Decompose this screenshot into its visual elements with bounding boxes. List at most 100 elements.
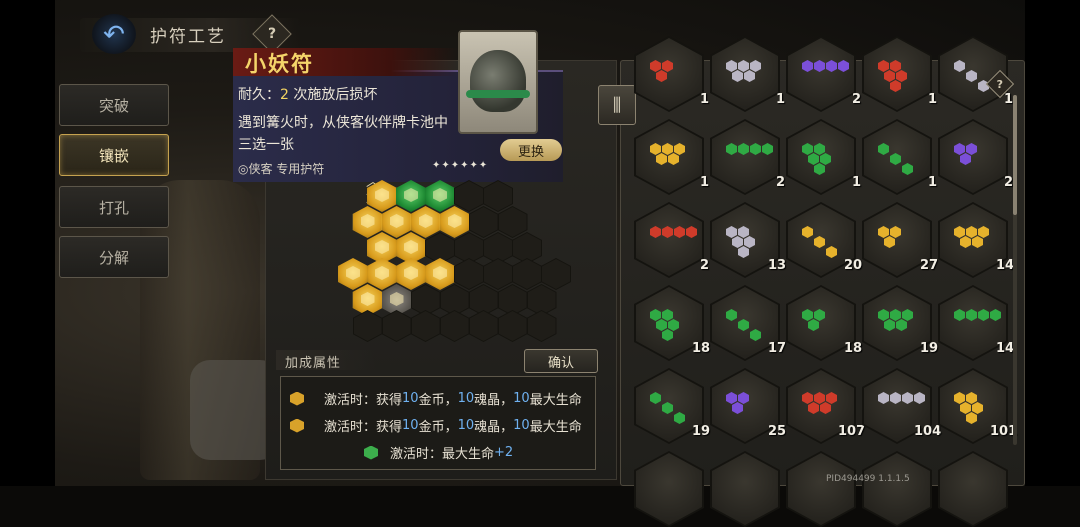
gem-count: 19: [920, 341, 939, 356]
exclusive-label: ◎侠客 专用护符: [238, 160, 324, 177]
scrollbar-thumb[interactable]: [1013, 95, 1017, 215]
question-icon: ?: [996, 77, 1004, 91]
gold-gem-icon: [290, 391, 304, 406]
durability-suffix: 次施放后损坏: [288, 87, 378, 103]
gem-count: 1: [776, 92, 786, 107]
silver-gem-icon: [966, 70, 977, 82]
gold-gem-icon: [972, 236, 983, 248]
purple-gem-icon: [802, 60, 813, 72]
gem-shine: [404, 266, 418, 280]
green-gem-icon: [808, 153, 819, 165]
gem-count: 2: [776, 175, 786, 190]
gem-shine: [418, 214, 433, 228]
gem-count: 27: [920, 258, 939, 273]
gold-gem-icon: [978, 226, 989, 238]
page-title: 护符工艺: [150, 27, 226, 47]
green-gem-icon: [762, 143, 773, 155]
green-gem-icon: [750, 143, 761, 155]
gem-shine: [375, 240, 389, 254]
gem-count: 1: [928, 175, 938, 190]
filter-button[interactable]: ⫼: [598, 85, 636, 125]
green-gem-icon: [364, 445, 378, 460]
bonus-text: 激活时：最大生命: [390, 447, 495, 462]
tab-inlay[interactable]: 镶嵌: [59, 134, 169, 176]
red-gem-icon: [650, 226, 661, 238]
green-gem-icon: [662, 402, 673, 414]
gem-count: 17: [768, 341, 787, 356]
durability-line: 耐久：2 次施放后损坏: [238, 84, 377, 104]
bonus-text: 最大生命: [529, 393, 582, 408]
durability-value: 2: [280, 87, 289, 103]
purple-gem-icon: [826, 60, 837, 72]
effect-line-2: 三选一张: [238, 137, 294, 153]
bonus-number: 10: [457, 418, 475, 433]
purple-gem-icon: [838, 60, 849, 72]
silver-gem-icon: [750, 60, 761, 72]
green-gem-icon: [890, 309, 901, 321]
green-gem-icon: [726, 143, 737, 155]
gem-count: 2: [1004, 175, 1014, 190]
back-button[interactable]: ↶: [92, 14, 136, 54]
gem-count: 20: [844, 258, 863, 273]
silver-gem-icon: [890, 392, 901, 404]
gold-gem-icon: [966, 412, 977, 424]
exclusive-text: 侠客 专用护符: [248, 162, 325, 176]
bonus-text: 金币，: [418, 393, 458, 408]
gem-shine: [346, 266, 360, 280]
red-gem-icon: [674, 226, 685, 238]
red-gem-icon: [814, 392, 825, 404]
gem-shine: [389, 292, 404, 306]
gem-count: 107: [838, 424, 866, 439]
jade-stick-icon: [466, 90, 530, 98]
green-gem-icon: [966, 309, 977, 321]
gold-gem-icon: [960, 236, 971, 248]
silver-gem-icon: [878, 392, 889, 404]
bonus-number: 10: [513, 391, 530, 406]
red-gem-icon: [896, 70, 907, 82]
bonus-text: 最大生命: [529, 420, 582, 435]
build-id: PID494499 1.1.1.5: [826, 474, 910, 484]
bonus-text: 激活时：获得: [324, 393, 403, 408]
tab-punch[interactable]: 打孔: [59, 186, 169, 228]
question-icon: ?: [267, 26, 277, 42]
gem-count: 1: [928, 92, 938, 107]
green-gem-icon: [814, 309, 825, 321]
green-gem-icon: [668, 319, 679, 331]
gold-gem-icon: [662, 143, 673, 155]
gold-gem-icon: [972, 402, 983, 414]
purple-gem-icon: [814, 60, 825, 72]
gold-gem-icon: [826, 246, 837, 258]
gold-gem-icon: [878, 226, 889, 238]
gold-gem-icon: [890, 226, 901, 238]
green-gem-icon: [674, 412, 685, 424]
green-gem-icon: [662, 329, 673, 341]
green-gem-icon: [814, 143, 825, 155]
gold-gem-icon: [960, 402, 971, 414]
red-gem-icon: [820, 402, 831, 414]
tab-breakthrough[interactable]: 突破: [59, 84, 169, 126]
gem-count: 18: [844, 341, 863, 356]
green-gem-icon: [650, 309, 661, 321]
green-gem-icon: [902, 309, 913, 321]
swap-button[interactable]: 更换: [500, 139, 562, 161]
bonus-title: 加成属性: [285, 356, 342, 371]
bonus-number: 10: [457, 391, 475, 406]
gold-gem-icon: [650, 143, 661, 155]
green-gem-icon: [990, 309, 1001, 321]
silver-gem-icon: [914, 392, 925, 404]
bonus-row: 激活时：最大生命 +2: [364, 443, 513, 462]
gem-shine: [433, 266, 447, 280]
green-gem-icon: [820, 153, 831, 165]
confirm-button[interactable]: 确认: [524, 349, 598, 373]
gem-count: 14: [996, 258, 1015, 273]
gold-gem-icon: [814, 236, 825, 248]
amulet-name: 小妖符: [245, 52, 314, 76]
green-gem-icon: [650, 392, 661, 404]
purple-gem-icon: [954, 143, 965, 155]
rarity-stars: ✦✦✦✦✦✦: [432, 160, 489, 171]
bonus-number: 10: [402, 391, 419, 406]
silver-gem-icon: [738, 226, 749, 238]
tab-decompose[interactable]: 分解: [59, 236, 169, 278]
tab-label: 突破: [98, 96, 129, 115]
gold-gem-icon: [802, 226, 813, 238]
